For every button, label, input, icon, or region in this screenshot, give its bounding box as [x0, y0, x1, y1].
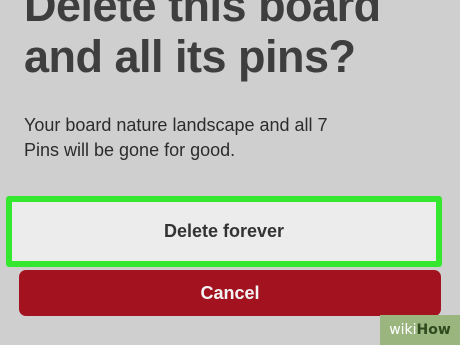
- dialog-message-line-2: Pins will be gone for good.: [24, 140, 236, 160]
- delete-board-dialog: Delete this board and all its pins? Your…: [0, 0, 460, 345]
- dialog-title: Delete this board and all its pins?: [24, 0, 444, 82]
- cancel-button[interactable]: Cancel: [19, 270, 441, 316]
- watermark-wiki: wiki: [389, 322, 417, 338]
- wikihow-watermark: wiki How: [380, 315, 460, 345]
- cancel-label: Cancel: [200, 282, 260, 303]
- dialog-title-line-2: and all its pins?: [24, 31, 356, 82]
- dialog-message-line-1: Your board nature landscape and all 7: [24, 115, 328, 135]
- delete-forever-button[interactable]: Delete forever: [12, 202, 436, 261]
- watermark-how: How: [416, 322, 451, 338]
- dialog-title-line-1: Delete this board: [24, 0, 381, 31]
- dialog-message: Your board nature landscape and all 7 Pi…: [24, 113, 424, 163]
- delete-forever-label: Delete forever: [163, 221, 285, 241]
